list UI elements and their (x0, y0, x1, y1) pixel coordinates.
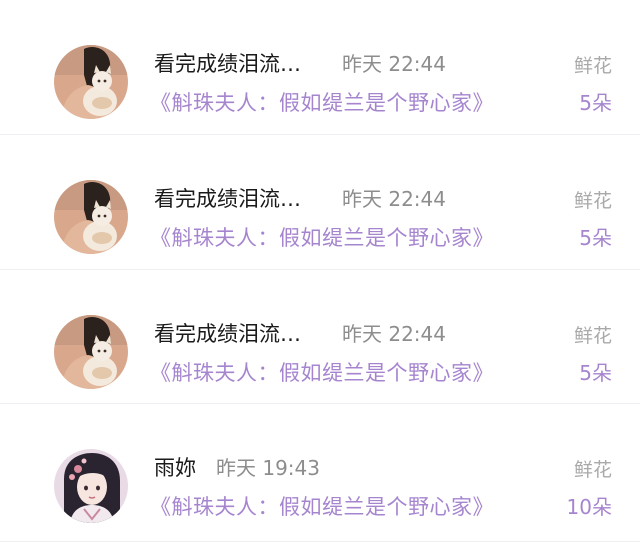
gift-record-item[interactable]: 看完成绩泪流… 昨天 22:44 《斛珠夫人：假如缇兰是个野心家》 鲜花 5朵 (0, 135, 640, 269)
book-title-link[interactable]: 《斛珠夫人：假如缇兰是个野心家》 (150, 492, 494, 522)
divider (0, 541, 640, 542)
user-name[interactable]: 看完成绩泪流… (154, 50, 301, 78)
book-title-link[interactable]: 《斛珠夫人：假如缇兰是个野心家》 (150, 88, 494, 118)
timestamp: 昨天 22:44 (342, 187, 446, 211)
gift-count: 10朵 (566, 495, 612, 519)
user-name[interactable]: 看完成绩泪流… (154, 320, 301, 348)
timestamp: 昨天 22:44 (342, 52, 446, 76)
gift-count: 5朵 (579, 226, 612, 250)
user-avatar[interactable] (54, 45, 128, 119)
user-name[interactable]: 看完成绩泪流… (154, 185, 301, 213)
gift-count: 5朵 (579, 91, 612, 115)
gift-type-label: 鲜花 (573, 55, 612, 77)
user-name[interactable]: 雨妳 (154, 454, 196, 482)
book-title-link[interactable]: 《斛珠夫人：假如缇兰是个野心家》 (150, 358, 494, 388)
gift-count: 5朵 (579, 361, 612, 385)
gift-record-item[interactable]: 看完成绩泪流… 昨天 22:44 《斛珠夫人：假如缇兰是个野心家》 鲜花 5朵 (0, 270, 640, 404)
gift-record-item[interactable]: 雨妳 昨天 19:43 《斛珠夫人：假如缇兰是个野心家》 鲜花 10朵 (0, 404, 640, 538)
book-title-link[interactable]: 《斛珠夫人：假如缇兰是个野心家》 (150, 223, 494, 253)
gift-record-item[interactable]: 看完成绩泪流… 昨天 22:44 《斛珠夫人：假如缇兰是个野心家》 鲜花 5朵 (0, 0, 640, 134)
timestamp: 昨天 22:44 (342, 322, 446, 346)
gift-record-list: 看完成绩泪流… 昨天 22:44 《斛珠夫人：假如缇兰是个野心家》 鲜花 5朵 … (0, 0, 640, 549)
gift-type-label: 鲜花 (573, 459, 612, 481)
user-avatar[interactable] (54, 180, 128, 254)
user-avatar[interactable] (54, 315, 128, 389)
timestamp: 昨天 19:43 (216, 456, 320, 480)
gift-type-label: 鲜花 (573, 190, 612, 212)
gift-type-label: 鲜花 (573, 325, 612, 347)
user-avatar[interactable] (54, 449, 128, 523)
